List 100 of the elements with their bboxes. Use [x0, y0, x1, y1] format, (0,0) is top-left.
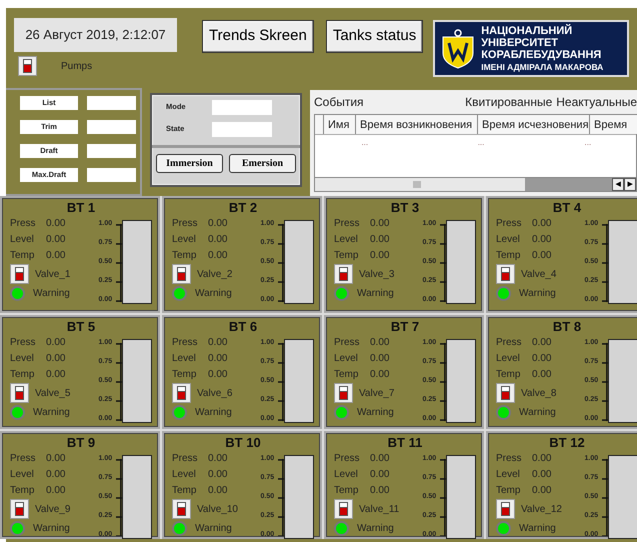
reading-value: 0.00: [46, 232, 66, 246]
scrollbar-grip[interactable]: [413, 181, 421, 188]
valve-label: Valve_1: [35, 268, 70, 282]
valve-label: Valve_12: [521, 502, 562, 516]
reading-value: 0.00: [46, 368, 66, 382]
mode-field[interactable]: [212, 122, 272, 136]
reading-value: 0.00: [46, 248, 66, 262]
reading-value: 0.00: [532, 216, 552, 230]
parameter-field[interactable]: [87, 144, 136, 158]
toggle-switch[interactable]: [172, 264, 191, 284]
valve-label: Valve_2: [197, 268, 232, 282]
reading-label: Level: [172, 468, 197, 482]
warning-label: Warning: [33, 522, 70, 536]
toggle-switch[interactable]: [10, 383, 29, 403]
reading-label: Temp: [334, 484, 360, 498]
reading-value: 0.00: [532, 248, 552, 262]
parameter-field[interactable]: [87, 120, 136, 134]
filter-link[interactable]: Неактуальные: [556, 93, 637, 111]
warning-label: Warning: [195, 406, 232, 420]
reading-label: Level: [172, 352, 197, 366]
warning-label: Warning: [33, 287, 70, 301]
events-title: События: [314, 94, 364, 111]
reading-value: 0.00: [46, 452, 66, 466]
nav-button[interactable]: Tanks status: [326, 20, 424, 53]
logo-text: УНІВЕРСИТЕТ: [481, 36, 560, 48]
reading-value: 0.00: [46, 216, 66, 230]
reading-value: 0.00: [370, 232, 390, 246]
reading-label: Press: [334, 452, 361, 466]
reading-value: 0.00: [208, 484, 228, 498]
reading-label: Level: [334, 232, 359, 246]
table-cell-text: ...: [584, 137, 592, 149]
reading-value: 0.00: [208, 352, 228, 366]
tank-title: BT 11: [386, 436, 424, 450]
reading-label: Temp: [10, 484, 36, 498]
reading-value: 0.00: [46, 336, 66, 350]
reading-value: 0.00: [532, 232, 552, 246]
reading-value: 0.00: [46, 352, 66, 366]
toggle-switch[interactable]: [334, 264, 353, 284]
tank-title: BT 5: [66, 320, 96, 334]
column-header[interactable]: Время возникновения: [356, 115, 478, 134]
toggle-switch[interactable]: [172, 499, 191, 519]
date-time-display: 26 Август 2019, 2:12:07: [14, 18, 177, 52]
reading-value: 0.00: [370, 484, 390, 498]
reading-label: Temp: [10, 248, 36, 262]
valve-label: Valve_4: [521, 268, 556, 282]
toggle-switch[interactable]: [10, 499, 29, 519]
reading-value: 0.00: [532, 484, 552, 498]
table-cell-text: ...: [360, 137, 370, 149]
toggle-switch[interactable]: [10, 264, 29, 284]
reading-label: Level: [496, 232, 521, 246]
control-button[interactable]: Immersion: [156, 154, 223, 173]
mode-field[interactable]: [212, 100, 272, 114]
reading-label: Level: [496, 468, 521, 482]
toggle-switch[interactable]: [334, 383, 353, 403]
warning-label: Warning: [357, 406, 394, 420]
parameter-field[interactable]: [87, 168, 136, 182]
reading-label: Temp: [172, 368, 198, 382]
toggle-switch[interactable]: [18, 56, 37, 76]
column-header[interactable]: Время: [590, 115, 637, 134]
reading-label: Temp: [496, 248, 522, 262]
reading-value: 0.00: [370, 216, 390, 230]
tank-title: BT 6: [228, 320, 258, 334]
reading-label: Press: [172, 336, 199, 350]
valve-label: Valve_10: [197, 502, 238, 516]
reading-label: Temp: [172, 484, 198, 498]
reading-label: Level: [496, 352, 521, 366]
shield-emblem-icon: [441, 28, 476, 68]
toggle-switch[interactable]: [496, 383, 515, 403]
reading-label: Level: [10, 352, 35, 366]
reading-label: Level: [334, 352, 359, 366]
toggle-switch[interactable]: [496, 264, 515, 284]
warning-label: Warning: [519, 287, 556, 301]
reading-value: 0.00: [208, 452, 228, 466]
tank-title: BT 10: [224, 436, 262, 450]
warning-label: Warning: [195, 522, 232, 536]
reading-value: 0.00: [46, 468, 66, 482]
warning-label: Warning: [519, 522, 556, 536]
toggle-switch[interactable]: [172, 383, 191, 403]
reading-value: 0.00: [370, 452, 390, 466]
toggle-switch[interactable]: [496, 499, 515, 519]
reading-value: 0.00: [208, 468, 228, 482]
tank-title: BT 4: [552, 201, 582, 215]
table-cell-text: ...: [476, 137, 486, 149]
tank-title: BT 9: [66, 436, 96, 450]
reading-label: Level: [10, 468, 35, 482]
nav-button[interactable]: Trends Skreen: [202, 20, 314, 53]
column-header[interactable]: Время исчезновения: [478, 115, 590, 134]
valve-label: Valve_9: [35, 502, 70, 516]
reading-value: 0.00: [532, 336, 552, 350]
toggle-switch[interactable]: [334, 499, 353, 519]
reading-value: 0.00: [532, 468, 552, 482]
filter-link[interactable]: Квитированные: [465, 93, 552, 111]
reading-label: Temp: [334, 248, 360, 262]
reading-label: Press: [172, 452, 199, 466]
parameter-field[interactable]: [87, 96, 136, 110]
column-header[interactable]: Имя: [324, 115, 356, 134]
control-button[interactable]: Emersion: [229, 154, 296, 173]
reading-label: Level: [334, 468, 359, 482]
pumps-label: Pumps: [61, 60, 92, 74]
reading-value: 0.00: [46, 484, 66, 498]
